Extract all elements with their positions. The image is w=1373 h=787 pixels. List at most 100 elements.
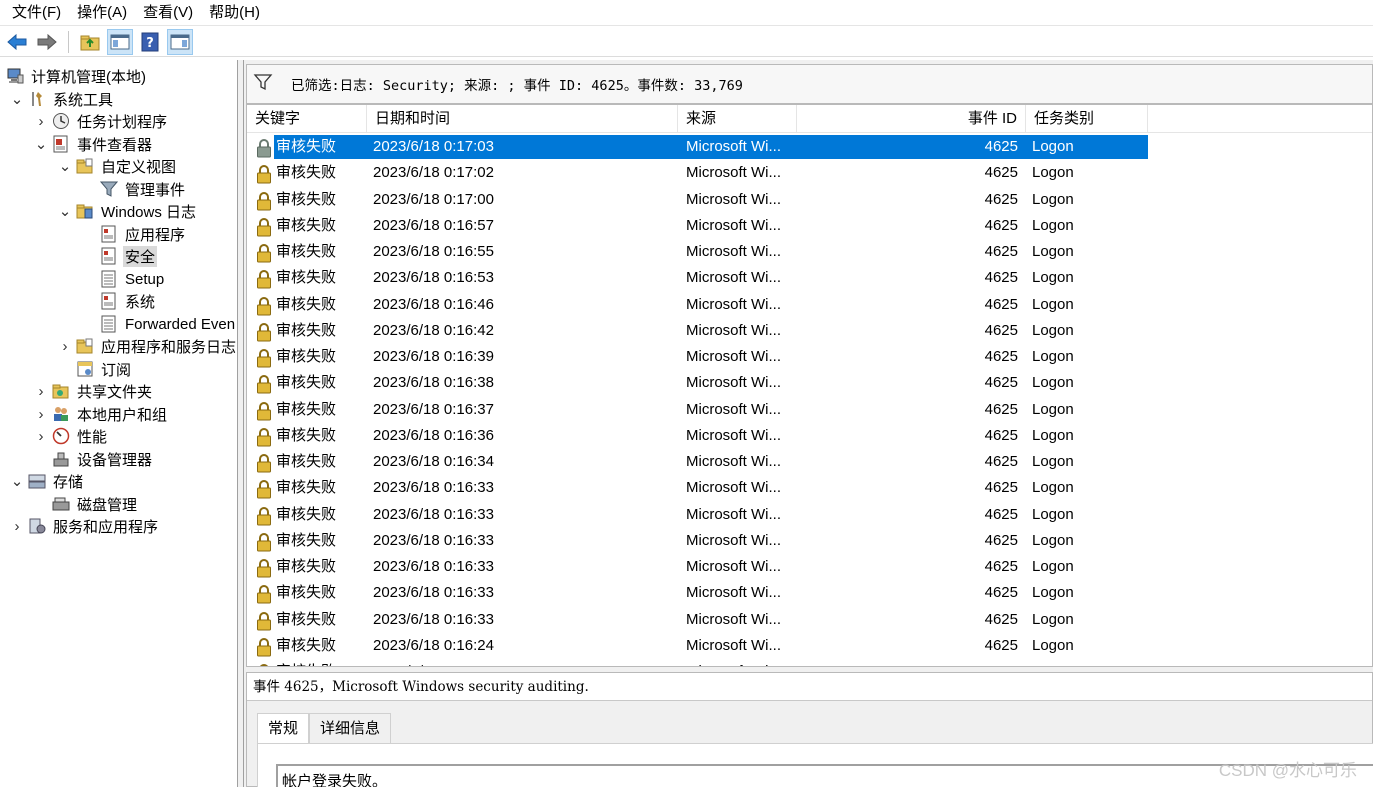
tools-icon (28, 90, 46, 108)
up-folder-icon (80, 35, 100, 50)
tree-item-admin-events[interactable]: 管理事件 (100, 178, 187, 200)
tree-item-computer-management[interactable]: 计算机管理(本地) (6, 65, 148, 87)
table-row[interactable]: 审核失败 2023/6/18 0:16:33 Microsoft Wi... 4625… (247, 581, 1147, 607)
table-row[interactable]: 审核失败 2023/6/18 0:16:37 Microsoft Wi... 4625… (247, 398, 1147, 424)
menu-action[interactable]: 操作(A) (69, 1, 135, 25)
tree-item-application-log[interactable]: 应用程序 (100, 223, 187, 245)
menu-view[interactable]: 查看(V) (135, 1, 201, 25)
filter-icon (253, 73, 273, 95)
table-row[interactable]: 审核失败 2023/6/18 0:16:33 Microsoft Wi... 4625… (247, 503, 1147, 529)
show-hide-action-pane-button[interactable] (167, 28, 193, 55)
table-row[interactable]: 审核失败 2023/6/18 0:16:55 Microsoft Wi... 4625… (247, 240, 1147, 266)
tree-label: 存储 (53, 473, 84, 491)
tree-item-system-log[interactable]: 系统 (100, 290, 157, 312)
lock-icon (254, 295, 274, 317)
menu-file[interactable]: 文件(F) (4, 1, 69, 25)
cell-datetime: 2023/6/18 0:16:53 (373, 269, 494, 287)
table-row[interactable]: 审核失败 2023/6/18 0:16:33 Microsoft Wi... 4625… (247, 476, 1147, 502)
table-row[interactable]: 审核失败 2023/6/18 0:16:46 Microsoft Wi... 4625… (247, 293, 1147, 319)
show-hide-tree-button[interactable] (107, 28, 133, 55)
event-message-box[interactable]: 帐户登录失败。 (276, 764, 1373, 787)
table-row[interactable]: 审核失败 2023/6/18 0:16:33 Microsoft Wi... 4625… (247, 608, 1147, 634)
tree-item-performance[interactable]: › 性能 (34, 425, 109, 447)
chevron-down-icon[interactable]: ⌄ (10, 91, 24, 108)
chevron-down-icon[interactable]: ⌄ (58, 158, 72, 175)
cell-keyword: 审核失败 (276, 610, 337, 628)
chevron-right-icon[interactable]: › (34, 383, 48, 400)
table-row[interactable]: 审核失败 2023/6/18 0:17:00 Microsoft Wi... 4625… (247, 188, 1147, 214)
column-header-datetime[interactable]: 日期和时间 (367, 105, 678, 133)
tree-item-setup-log[interactable]: Setup (100, 268, 166, 290)
table-row[interactable]: 审核失败 2023/6/18 0:16:53 Microsoft Wi... 4625… (247, 266, 1147, 292)
tree-item-forwarded-events[interactable]: Forwarded Even (100, 313, 237, 335)
table-row[interactable]: 审核失败2023/6/18 0:16:21Microsoft Wi...4625… (247, 660, 1147, 666)
menu-help[interactable]: 帮助(H) (201, 1, 268, 25)
table-row[interactable]: 审核失败 2023/6/18 0:16:33 Microsoft Wi... 4625… (247, 555, 1147, 581)
tab-details[interactable]: 详细信息 (309, 713, 392, 743)
tab-general[interactable]: 常规 (257, 713, 310, 743)
tree-item-system-tools[interactable]: ⌄ 系统工具 (10, 88, 115, 110)
column-header-event-id[interactable]: 事件 ID (797, 105, 1026, 133)
table-row[interactable]: 审核失败 2023/6/18 0:16:42 Microsoft Wi... 4625… (247, 319, 1147, 345)
table-header: 关键字 日期和时间 来源 事件 ID 任务类别 (247, 105, 1372, 133)
lock-icon (254, 531, 274, 553)
tree-item-windows-logs[interactable]: ⌄ Windows 日志 (58, 200, 198, 222)
cell-category: Logon (1032, 348, 1074, 365)
tree-item-device-manager[interactable]: 设备管理器 (52, 448, 154, 470)
cell-keyword: 审核失败 (274, 135, 367, 159)
chevron-right-icon[interactable]: › (34, 113, 48, 130)
forward-button[interactable] (34, 29, 60, 55)
table-row[interactable]: 审核失败 2023/6/18 0:16:33 Microsoft Wi... 4625… (247, 529, 1147, 555)
chevron-down-icon[interactable]: ⌄ (58, 203, 72, 220)
table-row[interactable]: 审核失败 2023/6/18 0:16:36 Microsoft Wi... 4625… (247, 424, 1147, 450)
lock-icon (254, 137, 274, 159)
cell-source: Microsoft Wi... (686, 400, 782, 418)
tree-label: 设备管理器 (77, 451, 153, 469)
tree-item-local-users-groups[interactable]: › 本地用户和组 (34, 403, 169, 425)
table-row[interactable]: 审核失败 2023/6/18 0:17:02 Microsoft Wi... 4625… (247, 161, 1147, 187)
tree-label: 磁盘管理 (77, 496, 138, 514)
column-header-source[interactable]: 来源 (678, 105, 797, 133)
tree-item-shared-folders[interactable]: › 共享文件夹 (34, 380, 154, 402)
chevron-down-icon[interactable]: ⌄ (10, 473, 24, 490)
up-level-button[interactable] (77, 29, 103, 55)
chevron-down-icon[interactable]: ⌄ (34, 136, 48, 153)
help-button[interactable]: ? (137, 29, 163, 55)
table-row[interactable]: 审核失败 2023/6/18 0:17:03 Microsoft Wi... 4625… (247, 135, 1148, 161)
table-row[interactable]: 审核失败 2023/6/18 0:16:34 Microsoft Wi... 4625… (247, 450, 1147, 476)
cell-event-id: 4625 (984, 426, 1018, 444)
cell-event-id: 4625 (984, 400, 1018, 418)
tree-item-apps-services-logs[interactable]: › 应用程序和服务日志 (58, 335, 237, 357)
tree-item-subscriptions[interactable]: 订阅 (76, 358, 133, 380)
column-header-keyword[interactable]: 关键字 (247, 105, 367, 133)
table-row[interactable]: 审核失败 2023/6/18 0:16:24 Microsoft Wi... 4625… (247, 634, 1147, 660)
chevron-right-icon[interactable]: › (58, 338, 72, 355)
cell-datetime: 2023/6/18 0:16:34 (373, 453, 494, 470)
table-row[interactable]: 审核失败 2023/6/18 0:16:57 Microsoft Wi... 4625… (247, 214, 1147, 240)
lock-icon (254, 662, 274, 666)
cell-source: Microsoft Wi... (686, 348, 782, 365)
tree-item-services-applications[interactable]: › 服务和应用程序 (10, 515, 160, 537)
subscription-icon (76, 360, 94, 378)
lock-icon (254, 216, 274, 238)
tree-item-security-log[interactable]: 安全 (100, 245, 158, 267)
cell-source: Microsoft Wi... (686, 531, 782, 549)
tree-item-custom-views[interactable]: ⌄ 自定义视图 (58, 155, 178, 177)
back-button[interactable] (4, 29, 30, 55)
lock-icon (254, 163, 274, 185)
tree-item-task-scheduler[interactable]: › 任务计划程序 (34, 110, 169, 132)
column-header-category[interactable]: 任务类别 (1026, 105, 1148, 133)
tree-item-event-viewer[interactable]: ⌄ 事件查看器 (34, 133, 154, 155)
tree-label: Forwarded Even (125, 315, 236, 333)
lock-icon (254, 268, 274, 290)
main-pane: 已筛选:日志: Security; 来源: ; 事件 ID: 4625。事件数:… (244, 60, 1373, 787)
chevron-right-icon[interactable]: › (34, 428, 48, 445)
table-row[interactable]: 审核失败 2023/6/18 0:16:39 Microsoft Wi... 4625… (247, 345, 1147, 371)
tree-item-storage[interactable]: ⌄ 存储 (10, 470, 85, 492)
chevron-right-icon[interactable]: › (34, 406, 48, 423)
cell-category: Logon (1032, 505, 1074, 523)
table-row[interactable]: 审核失败 2023/6/18 0:16:38 Microsoft Wi... 4625… (247, 371, 1147, 397)
tree-item-disk-management[interactable]: 磁盘管理 (52, 493, 139, 515)
chevron-right-icon[interactable]: › (10, 518, 24, 535)
computer-management-icon (6, 67, 24, 85)
